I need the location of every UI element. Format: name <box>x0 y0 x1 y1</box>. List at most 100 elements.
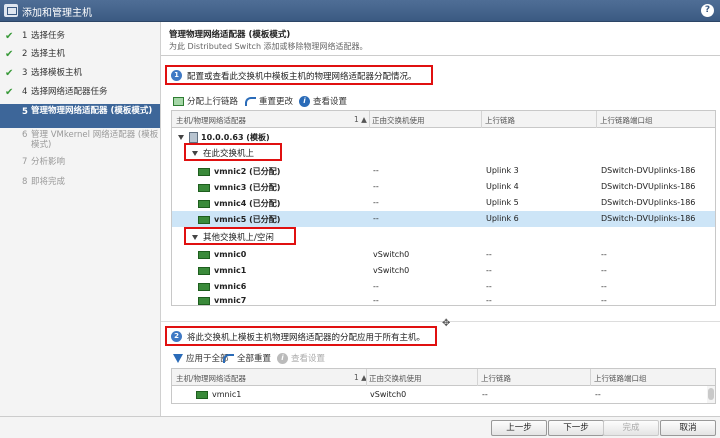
table-row[interactable]: vmnic1 vSwitch0 -- -- <box>172 387 715 403</box>
group-label: 其他交换机上/空闲 <box>203 233 274 243</box>
reset-all-label: 全部重置 <box>237 354 272 364</box>
column-separator <box>596 111 597 128</box>
step-3[interactable]: ✔ 3 选择模板主机 <box>0 68 160 80</box>
in-use-cell: vSwitch0 <box>373 250 410 259</box>
in-use-cell: -- <box>373 166 379 175</box>
in-use-cell: vSwitch0 <box>370 390 407 399</box>
step-label: 管理 VMkernel 网络适配器 (模板模式) <box>31 130 159 150</box>
step-number: 5 <box>22 107 28 117</box>
table-row[interactable]: vmnic1 vSwitch0 -- -- <box>172 263 715 279</box>
group-other-switch[interactable]: 其他交换机上/空闲 <box>184 227 296 245</box>
column-separator <box>481 111 482 128</box>
nic-icon <box>198 215 210 224</box>
uplink-cell: Uplink 3 <box>486 166 519 175</box>
adapter-name: vmnic5 (已分配) <box>214 215 281 224</box>
collapse-icon <box>192 151 198 156</box>
column-header-uplink[interactable]: 上行链路 <box>481 373 511 384</box>
panel-splitter[interactable] <box>161 321 720 322</box>
in-use-cell: vSwitch0 <box>373 266 410 275</box>
uplink-cell: -- <box>486 250 492 259</box>
column-separator <box>369 111 370 128</box>
vertical-scrollbar[interactable] <box>707 386 715 403</box>
portgroup-cell: DSwitch-DVUplinks-186 <box>601 182 696 191</box>
scrollbar-thumb[interactable] <box>708 388 714 400</box>
adapter-name: vmnic1 <box>212 390 242 399</box>
table-row[interactable]: vmnic7 -- -- -- <box>172 293 715 305</box>
nic-icon <box>198 167 210 176</box>
column-header-in-use[interactable]: 正由交换机使用 <box>369 373 422 384</box>
nic-icon <box>196 390 208 399</box>
instruction-box-2: 2 将此交换机上模板主机物理网络适配器的分配应用于所有主机。 <box>165 326 437 346</box>
apply-to-all-button[interactable]: 应用于全部 <box>173 352 229 364</box>
step-5[interactable]: 5 管理物理网络适配器 (模板模式) <box>0 104 160 128</box>
reset-changes-button[interactable]: 重置更改 <box>245 95 293 107</box>
sort-indicator[interactable]: 1 ▲ <box>354 373 367 382</box>
uplink-cell: -- <box>486 296 492 305</box>
step-2[interactable]: ✔ 2 选择主机 <box>0 49 160 61</box>
adapter-name: vmnic2 (已分配) <box>214 167 281 176</box>
undo-icon <box>223 354 234 363</box>
info-icon: i <box>299 96 310 107</box>
step-1[interactable]: ✔ 1 选择任务 <box>0 31 160 43</box>
back-button[interactable]: 上一步 <box>491 420 547 436</box>
next-button[interactable]: 下一步 <box>548 420 604 436</box>
table-row[interactable]: vmnic2 (已分配) -- Uplink 3 DSwitch-DVUplin… <box>172 163 715 179</box>
check-icon: ✔ <box>5 31 14 42</box>
view-settings-button[interactable]: i 查看设置 <box>299 95 347 107</box>
reset-all-button[interactable]: 全部重置 <box>223 352 271 364</box>
step-label: 选择任务 <box>31 31 66 41</box>
window-icon <box>4 4 18 17</box>
step-label: 管理物理网络适配器 (模板模式) <box>31 106 153 116</box>
step-8: 8 即将完成 <box>0 177 160 189</box>
group-on-switch[interactable]: 在此交换机上 <box>184 143 282 161</box>
apply-icon <box>173 354 183 363</box>
column-header-portgroup[interactable]: 上行链路端口组 <box>600 115 653 126</box>
grid-header: 主机/物理网络适配器 1 ▲ 正由交换机使用 上行链路 上行链路端口组 <box>172 111 715 128</box>
column-separator <box>477 369 478 386</box>
step-label: 选择模板主机 <box>31 68 83 78</box>
table-row[interactable]: vmnic3 (已分配) -- Uplink 4 DSwitch-DVUplin… <box>172 179 715 195</box>
wizard-footer: 上一步 下一步 完成 取消 <box>0 416 720 438</box>
grid-header: 主机/物理网络适配器 1 ▲ 正由交换机使用 上行链路 上行链路端口组 <box>172 369 715 386</box>
expand-icon[interactable] <box>178 135 184 140</box>
window-title: 添加和管理主机 <box>22 8 92 19</box>
group-label: 在此交换机上 <box>203 149 255 159</box>
check-icon: ✔ <box>5 68 14 79</box>
adapter-name: vmnic3 (已分配) <box>214 183 281 192</box>
step-label: 选择主机 <box>31 49 66 59</box>
sort-indicator[interactable]: 1 ▲ <box>354 115 367 124</box>
column-header-in-use[interactable]: 正由交换机使用 <box>372 115 425 126</box>
view-settings-label: 查看设置 <box>313 97 348 107</box>
info-icon: i <box>277 353 288 364</box>
step-4[interactable]: ✔ 4 选择网络适配器任务 <box>0 87 160 99</box>
uplink-icon <box>173 97 184 106</box>
step-number: 1 <box>22 31 28 41</box>
portgroup-cell: -- <box>601 250 607 259</box>
undo-icon <box>245 97 256 106</box>
column-header-adapter[interactable]: 主机/物理网络适配器 <box>176 373 246 384</box>
assign-uplink-button[interactable]: 分配上行链路 <box>173 95 238 107</box>
portgroup-cell: DSwitch-DVUplinks-186 <box>601 166 696 175</box>
step-label: 分析影响 <box>31 157 66 167</box>
instruction-box-1: 1 配置或查看此交换机中模板主机的物理网络适配器分配情况。 <box>165 65 433 85</box>
column-header-portgroup[interactable]: 上行链路端口组 <box>594 373 647 384</box>
table-row-selected[interactable]: vmnic5 (已分配) -- Uplink 6 DSwitch-DVUplin… <box>172 211 715 227</box>
step-number: 6 <box>22 130 28 140</box>
uplink-cell: -- <box>486 266 492 275</box>
step-number: 2 <box>22 49 28 59</box>
column-header-adapter[interactable]: 主机/物理网络适配器 <box>176 115 246 126</box>
cancel-button[interactable]: 取消 <box>660 420 716 436</box>
adapter-name: vmnic7 <box>214 296 247 305</box>
table-row[interactable]: vmnic4 (已分配) -- Uplink 5 DSwitch-DVUplin… <box>172 195 715 211</box>
table-row[interactable]: vmnic0 vSwitch0 -- -- <box>172 247 715 263</box>
column-header-uplink[interactable]: 上行链路 <box>485 115 515 126</box>
adapter-grid: 主机/物理网络适配器 1 ▲ 正由交换机使用 上行链路 上行链路端口组 10.0… <box>171 110 716 306</box>
apply-grid: 主机/物理网络适配器 1 ▲ 正由交换机使用 上行链路 上行链路端口组 vmni… <box>171 368 716 404</box>
step-label: 即将完成 <box>31 177 66 187</box>
view-settings-label: 查看设置 <box>291 354 326 364</box>
divider <box>161 55 720 56</box>
main-content: 管理物理网络适配器 (模板模式) 为此 Distributed Switch 添… <box>161 22 720 416</box>
resize-handle-icon[interactable]: ✥ <box>442 318 450 329</box>
step-number: 8 <box>22 177 28 187</box>
help-icon[interactable]: ? <box>701 4 714 17</box>
